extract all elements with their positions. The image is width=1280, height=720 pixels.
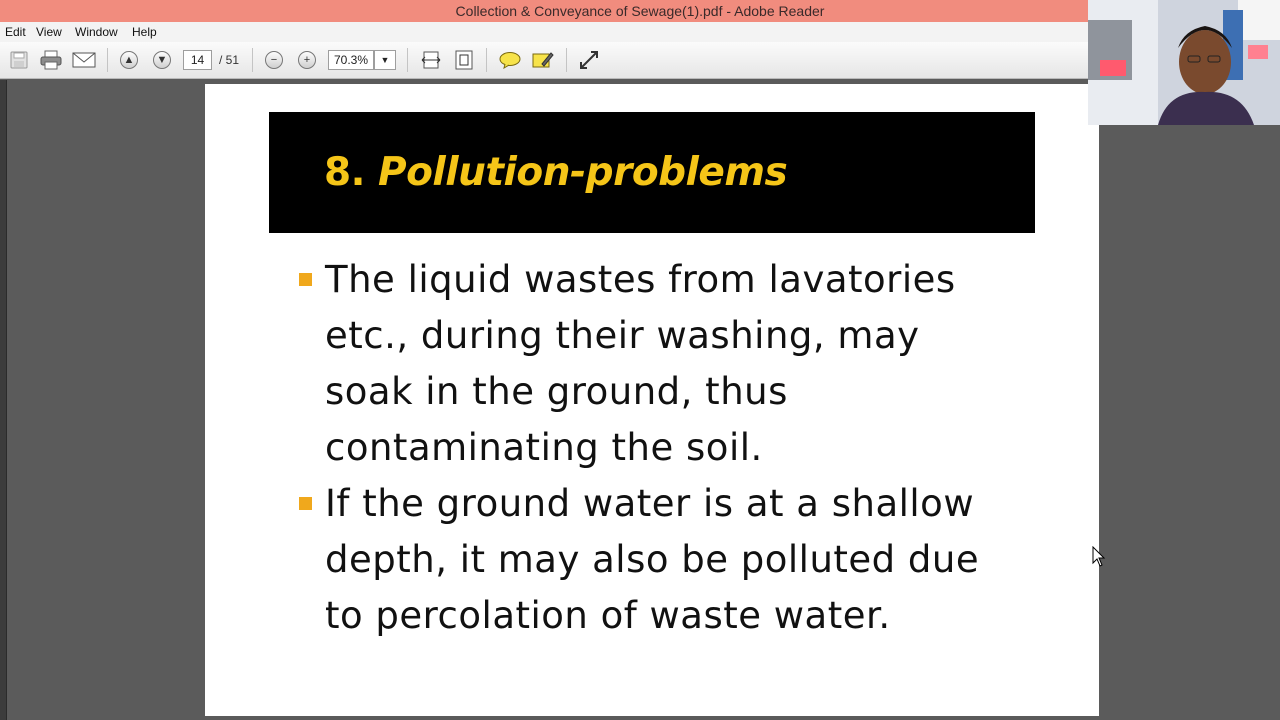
bullet-item: If the ground water is at a shallow dept… bbox=[299, 476, 1019, 644]
bullet-list: The liquid wastes from lavatories etc., … bbox=[299, 252, 1019, 644]
webcam-overlay bbox=[1088, 0, 1280, 125]
chevron-down-icon: ▼ bbox=[380, 55, 390, 65]
zoom-out-button[interactable]: − bbox=[262, 49, 286, 71]
bullet-item: The liquid wastes from lavatories etc., … bbox=[299, 252, 1019, 476]
comment-button[interactable] bbox=[498, 49, 522, 71]
expand-icon bbox=[580, 51, 598, 69]
page-total: / 51 bbox=[219, 53, 240, 67]
menu-window[interactable]: Window bbox=[75, 22, 118, 42]
zoom-in-button[interactable]: + bbox=[295, 49, 319, 71]
zoom-dropdown-button[interactable]: ▼ bbox=[374, 50, 396, 70]
bullet-text: If the ground water is at a shallow dept… bbox=[325, 482, 980, 637]
mouse-cursor bbox=[1092, 545, 1106, 573]
menu-edit[interactable]: Edit bbox=[5, 22, 26, 42]
presenter-video bbox=[1088, 0, 1280, 125]
fit-width-icon bbox=[421, 51, 441, 69]
full-screen-button[interactable] bbox=[577, 49, 601, 71]
slide-title-number: 8. bbox=[324, 150, 365, 195]
slide-title-banner: 8. Pollution-problems bbox=[269, 112, 1035, 233]
navigation-pane-strip[interactable] bbox=[0, 80, 7, 720]
slide-title-text: Pollution-problems bbox=[378, 150, 788, 195]
print-icon[interactable] bbox=[39, 49, 63, 71]
fit-width-button[interactable] bbox=[419, 49, 443, 71]
cursor-arrow-icon bbox=[1092, 545, 1106, 567]
comment-icon bbox=[499, 52, 521, 69]
bullet-square-icon bbox=[299, 273, 312, 286]
email-icon[interactable] bbox=[72, 49, 96, 71]
bullet-text: The liquid wastes from lavatories etc., … bbox=[325, 258, 956, 469]
sign-pen-icon bbox=[532, 52, 554, 68]
slide-title: 8. Pollution-problems bbox=[324, 150, 788, 195]
pdf-page: 8. Pollution-problems The liquid wastes … bbox=[205, 84, 1099, 716]
next-page-button[interactable]: ▼ bbox=[150, 49, 174, 71]
sign-button[interactable] bbox=[531, 49, 555, 71]
page-number-input[interactable]: 14 bbox=[183, 50, 212, 70]
previous-page-button[interactable]: ▲ bbox=[117, 49, 141, 71]
menu-help[interactable]: Help bbox=[132, 22, 157, 42]
fit-page-icon bbox=[455, 50, 473, 70]
window-title: Collection & Conveyance of Sewage(1).pdf… bbox=[455, 3, 825, 19]
menu-view[interactable]: View bbox=[36, 22, 62, 42]
minus-icon: − bbox=[265, 51, 283, 69]
fit-page-button[interactable] bbox=[452, 49, 476, 71]
save-icon[interactable] bbox=[7, 49, 31, 71]
bullet-square-icon bbox=[299, 497, 312, 510]
plus-icon: + bbox=[298, 51, 316, 69]
arrow-down-icon: ▼ bbox=[153, 51, 171, 69]
arrow-up-icon: ▲ bbox=[120, 51, 138, 69]
zoom-level-input[interactable]: 70.3% bbox=[328, 50, 374, 70]
